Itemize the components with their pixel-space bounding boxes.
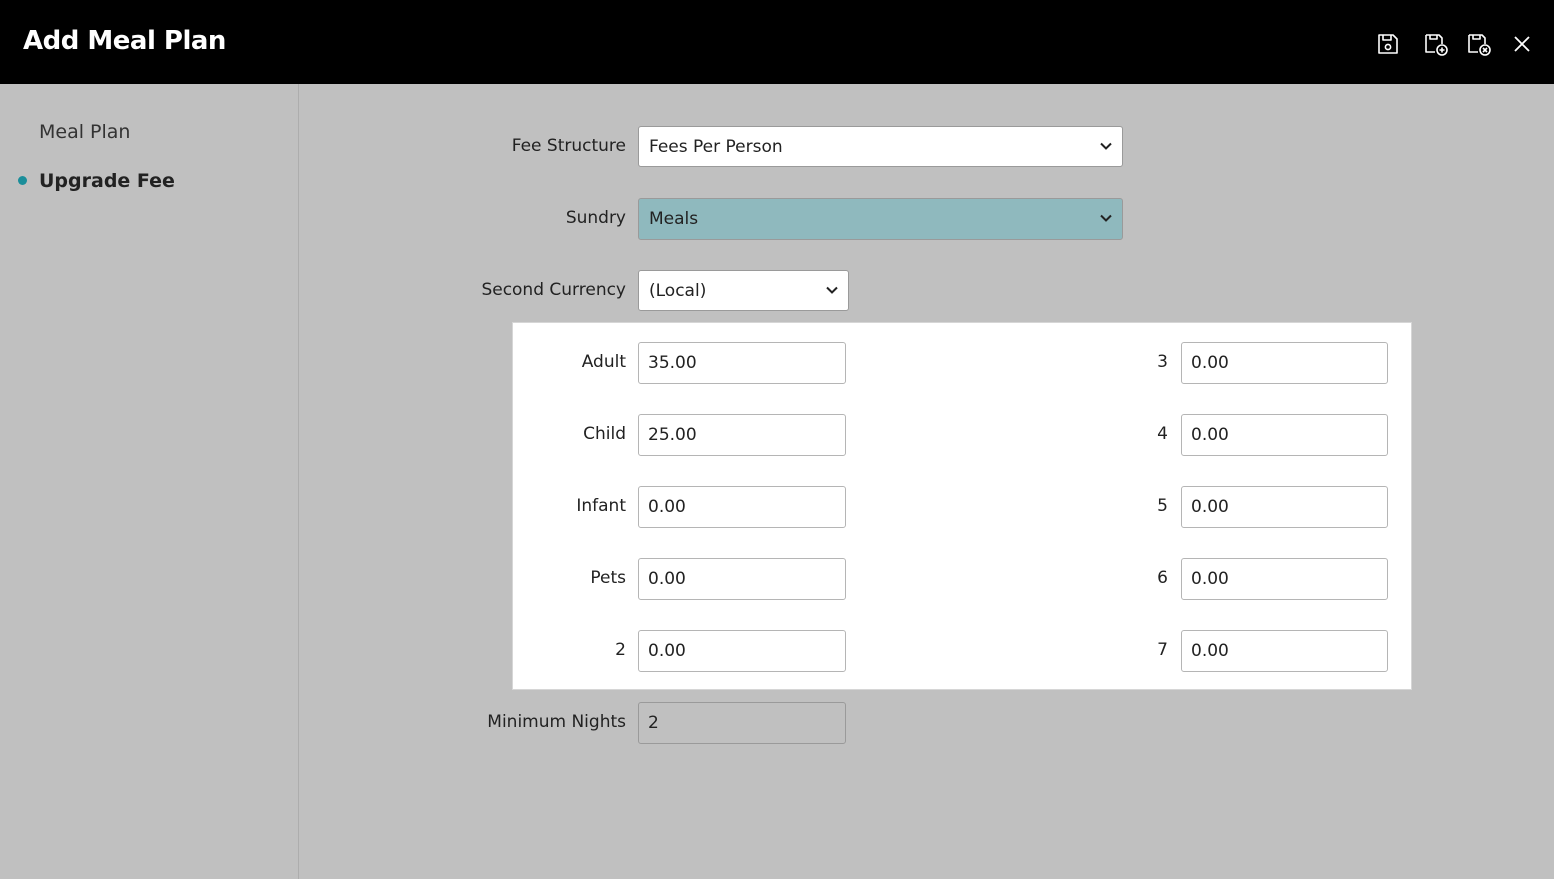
fee-input-6[interactable]: 0.00 — [1181, 558, 1388, 600]
fee-input-child[interactable]: 25.00 — [638, 414, 846, 456]
fee-input-3[interactable]: 0.00 — [1181, 342, 1388, 384]
fee-label-6: 6 — [1157, 568, 1168, 588]
fee-label-adult: Adult — [581, 352, 626, 372]
page-title: Add Meal Plan — [23, 26, 226, 56]
sundry-label: Sundry — [565, 208, 626, 228]
minimum-nights-input[interactable]: 2 — [638, 702, 846, 744]
fee-structure-value: Fees Per Person — [649, 137, 783, 157]
fee-input-infant[interactable]: 0.00 — [638, 486, 846, 528]
sidebar — [0, 84, 299, 879]
fee-label-4: 4 — [1157, 424, 1168, 444]
close-icon[interactable] — [1508, 30, 1536, 58]
fee-input-adult[interactable]: 35.00 — [638, 342, 846, 384]
save-and-new-icon[interactable] — [1422, 30, 1450, 58]
fee-label-3: 3 — [1157, 352, 1168, 372]
chevron-down-icon — [1100, 142, 1112, 150]
fee-label-pets: Pets — [590, 568, 626, 588]
header-bar: Add Meal Plan — [0, 0, 1554, 84]
fee-label-child: Child — [583, 424, 626, 444]
save-icon[interactable] — [1374, 30, 1402, 58]
sidebar-item-upgrade-fee[interactable]: Upgrade Fee — [39, 170, 175, 192]
second-currency-select[interactable]: (Local) — [638, 270, 849, 311]
fee-input-4[interactable]: 0.00 — [1181, 414, 1388, 456]
fee-label-7: 7 — [1157, 640, 1168, 660]
fee-label-infant: Infant — [576, 496, 626, 516]
save-and-close-icon[interactable] — [1465, 30, 1493, 58]
sundry-value: Meals — [649, 209, 699, 229]
fee-structure-label: Fee Structure — [511, 136, 626, 156]
fee-input-5[interactable]: 0.00 — [1181, 486, 1388, 528]
chevron-down-icon — [826, 286, 838, 294]
fee-input-2[interactable]: 0.00 — [638, 630, 846, 672]
second-currency-value: (Local) — [649, 281, 707, 301]
chevron-down-icon — [1100, 214, 1112, 222]
fee-structure-select[interactable]: Fees Per Person — [638, 126, 1123, 167]
fee-input-pets[interactable]: 0.00 — [638, 558, 846, 600]
fee-input-7[interactable]: 0.00 — [1181, 630, 1388, 672]
fee-label-5: 5 — [1157, 496, 1168, 516]
active-indicator-dot — [18, 176, 27, 185]
minimum-nights-label: Minimum Nights — [487, 712, 626, 732]
fee-label-2: 2 — [615, 640, 626, 660]
sundry-select[interactable]: Meals — [638, 198, 1123, 240]
second-currency-label: Second Currency — [481, 280, 626, 300]
sidebar-item-meal-plan[interactable]: Meal Plan — [39, 121, 130, 143]
